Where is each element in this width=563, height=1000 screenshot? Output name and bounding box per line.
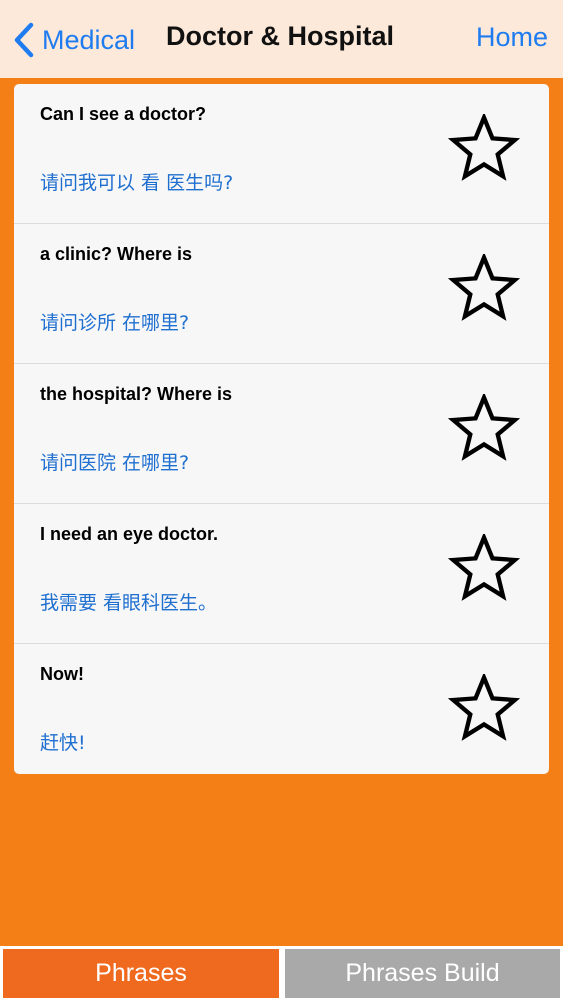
star-outline-icon[interactable] (448, 674, 520, 746)
home-button[interactable]: Home (476, 22, 548, 53)
star-outline-icon[interactable] (448, 534, 520, 606)
phrase-chinese: 请问我可以 看 医生吗? (40, 172, 234, 194)
phrase-chinese: 赶快! (40, 732, 86, 754)
tab-phrases[interactable]: Phrases (3, 949, 279, 998)
star-outline-icon[interactable] (448, 254, 520, 326)
phrase-row[interactable]: a clinic? Where is 请问诊所 在哪里? (14, 224, 549, 364)
back-button[interactable]: Medical (12, 20, 135, 60)
phrase-row[interactable]: the hospital? Where is 请问医院 在哪里? (14, 364, 549, 504)
navigation-bar: Medical Doctor & Hospital Home (0, 0, 563, 78)
phrase-row[interactable]: Now! 赶快! (14, 644, 549, 774)
phrase-english: Can I see a doctor? (40, 104, 207, 124)
phrase-row[interactable]: Can I see a doctor? 请问我可以 看 医生吗? (14, 84, 549, 224)
tab-phrases-build[interactable]: Phrases Build (285, 949, 560, 998)
page-title: Doctor & Hospital (166, 21, 395, 51)
phrase-chinese: 请问诊所 在哪里? (40, 312, 190, 334)
phrase-chinese: 请问医院 在哪里? (40, 452, 190, 474)
phrase-chinese: 我需要 看眼科医生。 (40, 592, 218, 614)
phrase-english: I need an eye doctor. (40, 524, 219, 544)
phrase-row[interactable]: I need an eye doctor. 我需要 看眼科医生。 (14, 504, 549, 644)
phrase-english: the hospital? Where is (40, 384, 233, 404)
bottom-tab-bar: Phrases Phrases Build (0, 946, 563, 1000)
star-outline-icon[interactable] (448, 394, 520, 466)
phrase-english: a clinic? Where is (40, 244, 193, 264)
back-button-label: Medical (42, 24, 136, 55)
phrase-list: Can I see a doctor? 请问我可以 看 医生吗? a clini… (14, 84, 549, 774)
phrase-english: Now! (40, 664, 84, 684)
chevron-left-icon (14, 22, 34, 58)
star-outline-icon[interactable] (448, 114, 520, 186)
